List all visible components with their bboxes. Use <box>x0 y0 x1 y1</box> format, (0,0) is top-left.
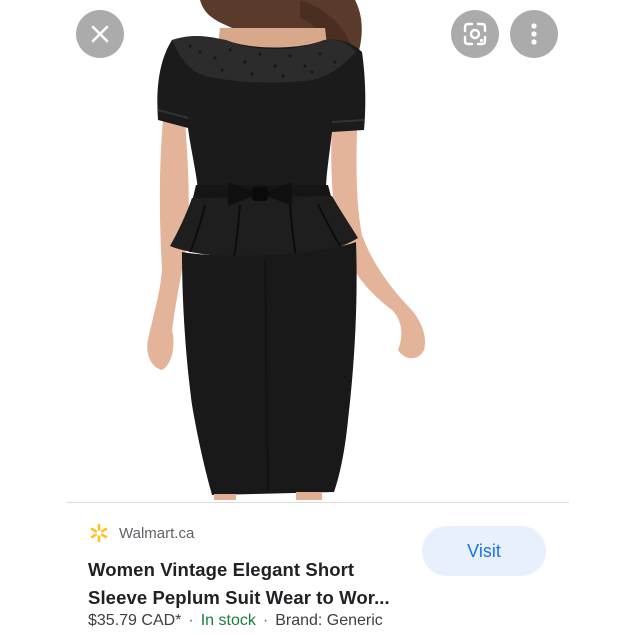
meta-separator: · <box>188 612 194 629</box>
visit-button[interactable]: Visit <box>422 526 546 576</box>
brand: Brand: Generic <box>275 612 383 629</box>
product-title[interactable]: Women Vintage Elegant Short Sleeve Peplu… <box>88 556 408 612</box>
product-title-line-1: Women Vintage Elegant Short <box>88 559 355 580</box>
product-image-area[interactable] <box>0 0 635 500</box>
walmart-spark-icon <box>90 523 108 543</box>
close-button[interactable] <box>76 10 124 58</box>
more-options-button[interactable] <box>510 10 558 58</box>
google-lens-button[interactable] <box>451 10 499 58</box>
result-source[interactable]: Walmart.ca <box>89 522 194 544</box>
skirt <box>182 242 357 495</box>
divider <box>66 502 569 503</box>
close-icon <box>91 25 109 43</box>
more-vert-icon <box>531 23 537 45</box>
meta-separator: · <box>262 612 269 629</box>
product-photo <box>147 0 426 500</box>
source-name: Walmart.ca <box>119 524 195 542</box>
stock-status: In stock <box>200 612 256 629</box>
google-lens-icon <box>463 22 487 46</box>
product-meta: $35.79 CAD* · In stock · Brand: Generic <box>88 611 383 631</box>
product-title-line-2: Sleeve Peplum Suit Wear to Wor... <box>88 587 390 608</box>
price: $35.79 CAD* <box>88 612 182 629</box>
